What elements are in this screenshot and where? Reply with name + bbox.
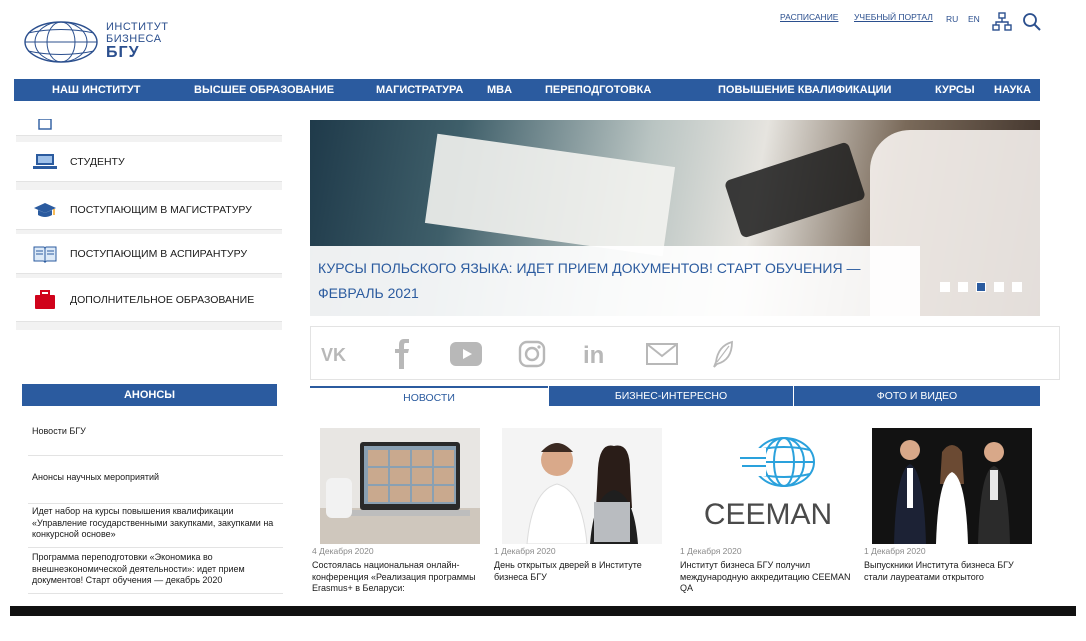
site-header: ИНСТИТУТ БИЗНЕСА БГУ РАСПИСАНИЕ УЧЕБНЫЙ …	[0, 0, 1086, 80]
sidebar-item-student[interactable]: СТУДЕНТУ	[16, 142, 282, 182]
book-icon	[30, 245, 60, 263]
ceeman-logo-text: CEEMAN	[704, 498, 832, 531]
slider-dot[interactable]	[958, 282, 968, 292]
slider-dot[interactable]	[1012, 282, 1022, 292]
svg-text:VK: VK	[321, 345, 346, 363]
sitemap-icon[interactable]	[990, 10, 1014, 34]
sidebar-item-label: ПОСТУПАЮЩИМ В АСПИРАНТУРУ	[70, 247, 248, 260]
email-icon[interactable]	[645, 337, 679, 371]
footer-bar	[10, 606, 1076, 616]
svg-text:in: in	[583, 342, 604, 367]
portal-link[interactable]: УЧЕБНЫЙ ПОРТАЛ	[854, 12, 933, 22]
briefcase-icon	[30, 289, 60, 310]
news-image	[502, 428, 662, 544]
laptop-icon	[30, 153, 60, 171]
sidebar-item-label: СТУДЕНТУ	[70, 155, 125, 168]
nav-masters[interactable]: МАГИСТРАТУРА	[376, 79, 463, 101]
news-card[interactable]: CEEMAN 1 Декабря 2020 Институт бизнеса Б…	[680, 424, 856, 602]
nav-courses[interactable]: КУРСЫ	[935, 79, 975, 101]
announcements-panel: АНОНСЫ Новости БГУ Анонсы научных меропр…	[16, 352, 290, 604]
logo-line-1: ИНСТИТУТ	[106, 21, 169, 34]
social-links: VK in	[310, 326, 1060, 380]
news-title[interactable]: Институт бизнеса БГУ получил международн…	[680, 560, 856, 600]
announcement-item[interactable]: Анонсы научных мероприятий	[28, 468, 283, 504]
news-date: 1 Декабря 2020	[680, 546, 742, 556]
document-icon	[30, 118, 60, 131]
sidebar-item-masters[interactable]: ПОСТУПАЮЩИМ В МАГИСТРАТУРУ	[16, 190, 282, 230]
tab-news[interactable]: НОВОСТИ	[310, 386, 548, 406]
sidebar-item-label: ПОСТУПАЮЩИМ В МАГИСТРАТУРУ	[70, 203, 252, 216]
search-icon[interactable]	[1020, 10, 1044, 34]
news-card[interactable]: 4 Декабря 2020 Состоялась национальная о…	[312, 424, 488, 602]
youtube-icon[interactable]	[449, 337, 483, 371]
sidebar-item-postgraduate[interactable]: ПОСТУПАЮЩИМ В АСПИРАНТУРУ	[16, 234, 282, 274]
sidebar-menu: СТУДЕНТУ ПОСТУПАЮЩИМ В МАГИСТРАТУРУ ПОСТ…	[16, 114, 282, 330]
sidebar-item-label: ДОПОЛНИТЕЛЬНОЕ ОБРАЗОВАНИЕ	[70, 293, 255, 306]
logo-text: ИНСТИТУТ БИЗНЕСА БГУ	[106, 21, 169, 62]
nav-our-institute[interactable]: НАШ ИНСТИТУТ	[52, 79, 140, 101]
slider-dot[interactable]	[940, 282, 950, 292]
site-logo[interactable]: ИНСТИТУТ БИЗНЕСА БГУ	[22, 16, 190, 68]
news-title[interactable]: День открытых дверей в Институте бизнеса…	[494, 560, 670, 600]
linkedin-icon[interactable]: in	[581, 337, 615, 371]
feather-icon[interactable]	[707, 337, 741, 371]
news-title[interactable]: Выпускники Института бизнеса БГУ стали л…	[864, 560, 1040, 600]
slider-dot[interactable]	[994, 282, 1004, 292]
sidebar-item-partial	[16, 114, 282, 136]
schedule-link[interactable]: РАСПИСАНИЕ	[780, 12, 838, 22]
slider-dot-active[interactable]	[976, 282, 986, 292]
announcements-heading: АНОНСЫ	[22, 384, 277, 406]
logo-line-3: БГУ	[106, 44, 140, 62]
news-image	[320, 428, 480, 544]
sidebar-item-additional-education[interactable]: ДОПОЛНИТЕЛЬНОЕ ОБРАЗОВАНИЕ	[16, 278, 282, 322]
facebook-icon[interactable]	[385, 337, 419, 371]
news-card[interactable]: 1 Декабря 2020 Выпускники Института бизн…	[864, 424, 1040, 602]
news-date: 4 Декабря 2020	[312, 546, 374, 556]
news-date: 1 Декабря 2020	[494, 546, 556, 556]
graduation-cap-icon	[30, 201, 60, 219]
slider-caption[interactable]: КУРСЫ ПОЛЬСКОГО ЯЗЫКА: ИДЕТ ПРИЕМ ДОКУМЕ…	[310, 246, 920, 316]
news-image: CEEMAN	[688, 428, 848, 544]
news-card[interactable]: 1 Декабря 2020 День открытых дверей в Ин…	[494, 424, 670, 602]
news-tabs: НОВОСТИ БИЗНЕС-ИНТЕРЕСНО ФОТО И ВИДЕО	[310, 386, 1040, 406]
nav-science[interactable]: НАУКА	[994, 79, 1031, 101]
main-nav: НАШ ИНСТИТУТ ВЫСШЕЕ ОБРАЗОВАНИЕ МАГИСТРА…	[14, 79, 1040, 101]
hero-slider[interactable]: КУРСЫ ПОЛЬСКОГО ЯЗЫКА: ИДЕТ ПРИЕМ ДОКУМЕ…	[310, 120, 1040, 316]
tab-photo-video[interactable]: ФОТО И ВИДЕО	[794, 386, 1040, 406]
nav-retraining[interactable]: ПЕРЕПОДГОТОВКА	[545, 79, 651, 101]
lang-ru-link[interactable]: RU	[946, 14, 958, 24]
announcement-item[interactable]: Идет набор на курсы повышения квалификац…	[28, 502, 283, 548]
nav-higher-education[interactable]: ВЫСШЕЕ ОБРАЗОВАНИЕ	[194, 79, 334, 101]
vk-icon[interactable]: VK	[317, 337, 351, 371]
nav-qualification[interactable]: ПОВЫШЕНИЕ КВАЛИФИКАЦИИ	[718, 79, 891, 101]
lang-en-link[interactable]: EN	[968, 14, 980, 24]
globe-logo-icon	[24, 21, 98, 63]
announcement-item[interactable]: Новости БГУ	[28, 422, 283, 456]
news-image	[872, 428, 1032, 544]
nav-mba[interactable]: MBA	[487, 79, 512, 101]
news-title[interactable]: Состоялась национальная онлайн-конференц…	[312, 560, 488, 600]
announcement-item[interactable]: Программа переподготовки «Экономика во в…	[28, 548, 283, 594]
news-date: 1 Декабря 2020	[864, 546, 926, 556]
instagram-icon[interactable]	[515, 337, 549, 371]
slider-dots	[940, 282, 1022, 292]
tab-business[interactable]: БИЗНЕС-ИНТЕРЕСНО	[549, 386, 793, 406]
